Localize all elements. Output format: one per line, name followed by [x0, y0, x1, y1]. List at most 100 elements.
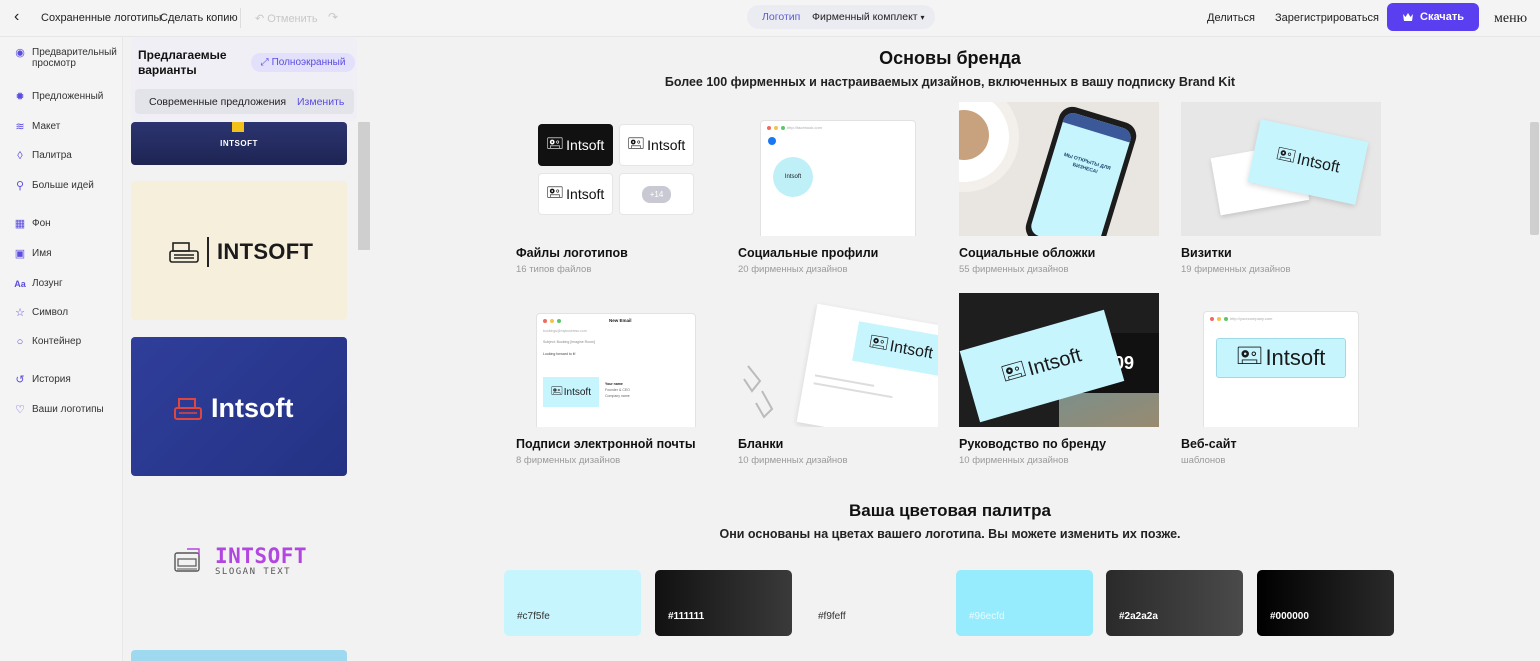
brand-item-name: Бланки	[738, 437, 784, 451]
suggestions-title: Предлагаемые варианты	[138, 48, 227, 77]
brand-item-preview: 09 🖭 Intsoft	[959, 293, 1159, 427]
window-dots	[767, 126, 785, 130]
nav-preview[interactable]: ◉ Предварительный просмотр	[14, 47, 122, 69]
nav-symbol[interactable]: ☆ Символ	[14, 307, 122, 319]
profile-avatar: Intsoft	[773, 157, 813, 197]
main-scrollbar[interactable]	[1530, 122, 1539, 235]
card-accent	[232, 122, 244, 132]
logo-word: Intsoft	[566, 137, 605, 153]
brand-item-name: Файлы логотипов	[516, 246, 628, 260]
brand-item-name: Социальные обложки	[959, 246, 1096, 260]
brand-item-preview: 🖭 Intsoft 🖭 Intsoft 🖭 Intsoft +14	[516, 102, 716, 236]
typewriter-icon: 🖭	[551, 385, 563, 397]
logo-word: Intsoft	[647, 137, 686, 153]
logo-suggestion-card[interactable]	[131, 650, 347, 661]
letter-line	[813, 382, 893, 399]
color-swatch[interactable]: #f9feff	[805, 570, 942, 636]
color-swatch[interactable]: #2a2a2a	[1106, 570, 1243, 636]
download-button[interactable]: Скачать	[1387, 3, 1479, 31]
tab-brand-kit[interactable]: Фирменный комплект ▾	[812, 11, 925, 23]
share-link[interactable]: Делиться	[1207, 12, 1255, 24]
make-copy-link[interactable]: Сделать копию	[160, 12, 238, 24]
nav-slogan-label: Лозунг	[32, 278, 63, 289]
typewriter-icon: 🖭	[627, 135, 645, 151]
nav-background[interactable]: ▦ Фон	[14, 218, 122, 230]
logo-file-thumb: 🖭 Intsoft	[619, 124, 694, 166]
bulb-icon: ✹	[15, 91, 25, 103]
nav-slogan[interactable]: Aa Лозунг	[14, 278, 122, 290]
color-swatch[interactable]: #c7f5fe	[504, 570, 641, 636]
change-link[interactable]: Изменить	[297, 96, 344, 108]
divider	[207, 237, 209, 267]
text-box-icon: ▣	[14, 248, 26, 260]
logo-suggestion-card[interactable]: Intsoft	[131, 337, 347, 476]
nav-name[interactable]: ▣ Имя	[14, 248, 122, 260]
undo-button[interactable]: ↶ Отменить	[255, 12, 318, 25]
brand-item-name: Социальные профили	[738, 246, 879, 260]
nav-layout[interactable]: ≋ Макет	[14, 121, 122, 133]
brand-item-count: 19 фирменных дизайнов	[1181, 264, 1291, 275]
logo-word: Intsoft	[563, 386, 591, 398]
register-link[interactable]: Зарегистрироваться	[1275, 12, 1379, 24]
brand-item-preview: 🖭 🖭Intsoft	[1181, 102, 1381, 236]
brand-item-preview: http://facebook.com Intsoft	[738, 102, 938, 236]
signature-company: Company name	[605, 394, 630, 398]
card-logo-text: Intsoft	[211, 393, 294, 423]
typewriter-icon	[169, 242, 199, 263]
nav-more-ideas[interactable]: ⚲ Больше идей	[14, 180, 122, 192]
modern-suggestions-label: Современные предложения	[149, 96, 287, 108]
fullscreen-button[interactable]: ⤢ Полноэкранный	[251, 53, 355, 72]
window-dots	[543, 319, 561, 323]
landscape-image	[1059, 393, 1159, 427]
nav-container[interactable]: ○ Контейнер	[14, 336, 122, 348]
nav-your-logos[interactable]: ♡ Ваши логотипы	[14, 404, 122, 416]
brand-item-name: Визитки	[1181, 246, 1232, 260]
drop-icon: ◊	[17, 150, 23, 162]
suggestions-header: Предлагаемые варианты ⤢ Полноэкранный Сов…	[131, 37, 357, 121]
tab-logo[interactable]: Логотип	[762, 11, 800, 23]
brand-item-count: шаблонов	[1181, 455, 1226, 466]
logo-suggestion-card[interactable]: INTSOFT	[131, 181, 347, 320]
nav-suggested[interactable]: ✹ Предложенный	[14, 91, 122, 103]
email-window-title: New Email	[609, 318, 632, 323]
menu-button[interactable]: меню	[1494, 11, 1527, 27]
back-arrow-icon[interactable]: ‹	[14, 9, 28, 25]
grid-icon: ▦	[14, 218, 26, 230]
color-hex-label: #000000	[1270, 611, 1309, 622]
nav-background-label: Фон	[32, 218, 51, 229]
logo-suggestion-card[interactable]: INTSOFT	[131, 122, 347, 165]
typewriter-icon: 🖭	[546, 184, 564, 200]
layers-icon: ≋	[15, 121, 25, 133]
email-subject: Subject: Booking [Imagine Room]	[543, 340, 595, 344]
redo-icon[interactable]: ↷	[328, 10, 338, 24]
brand-item-name: Подписи электронной почты	[516, 437, 696, 451]
modern-suggestions-bar: Современные предложения Изменить	[135, 89, 354, 114]
nav-palette-label: Палитра	[32, 150, 72, 161]
palette-subtitle: Они основаны на цветах вашего логотипа. …	[719, 527, 1181, 541]
card-logo-text: INTSOFT	[220, 139, 258, 148]
crown-icon	[1403, 13, 1414, 21]
nav-palette[interactable]: ◊ Палитра	[14, 150, 122, 162]
nav-your-logos-label: Ваши логотипы	[32, 404, 104, 415]
color-swatch[interactable]: #111111	[655, 570, 792, 636]
logo-word: Intsoft	[1025, 343, 1084, 380]
brand-item-count: 55 фирменных дизайнов	[959, 264, 1069, 275]
color-hex-label: #f9feff	[818, 611, 846, 622]
top-bar: ‹ Сохраненные логотипы Сделать копию ↶ О…	[0, 0, 1540, 37]
letterhead-paper: 🖭 Intsoft	[796, 303, 938, 427]
nav-history[interactable]: ↺ История	[14, 374, 122, 386]
panel-scrollbar[interactable]	[358, 122, 370, 250]
brand-item-preview: МЫ ОТКРЫТЫ ДЛЯ БИЗНЕСА!	[959, 102, 1159, 236]
brand-item-name: Веб-сайт	[1181, 437, 1237, 451]
paper-clips-image	[738, 361, 778, 421]
brand-item-count: 16 типов файлов	[516, 264, 592, 275]
logo-suggestion-card[interactable]: INTSOFT SLOGAN TEXT	[131, 493, 347, 632]
signature-name: Your name	[605, 382, 623, 386]
email-body: Looking forward to it!	[543, 352, 576, 356]
phone-app-bar	[1062, 110, 1134, 143]
color-swatch[interactable]: #96ecfd	[956, 570, 1093, 636]
saved-logos-link[interactable]: Сохраненные логотипы	[41, 12, 161, 24]
nav-preview-label: Предварительный просмотр	[32, 47, 117, 69]
tab-brand-kit-label: Фирменный комплект	[812, 11, 918, 23]
color-swatch[interactable]: #000000	[1257, 570, 1394, 636]
